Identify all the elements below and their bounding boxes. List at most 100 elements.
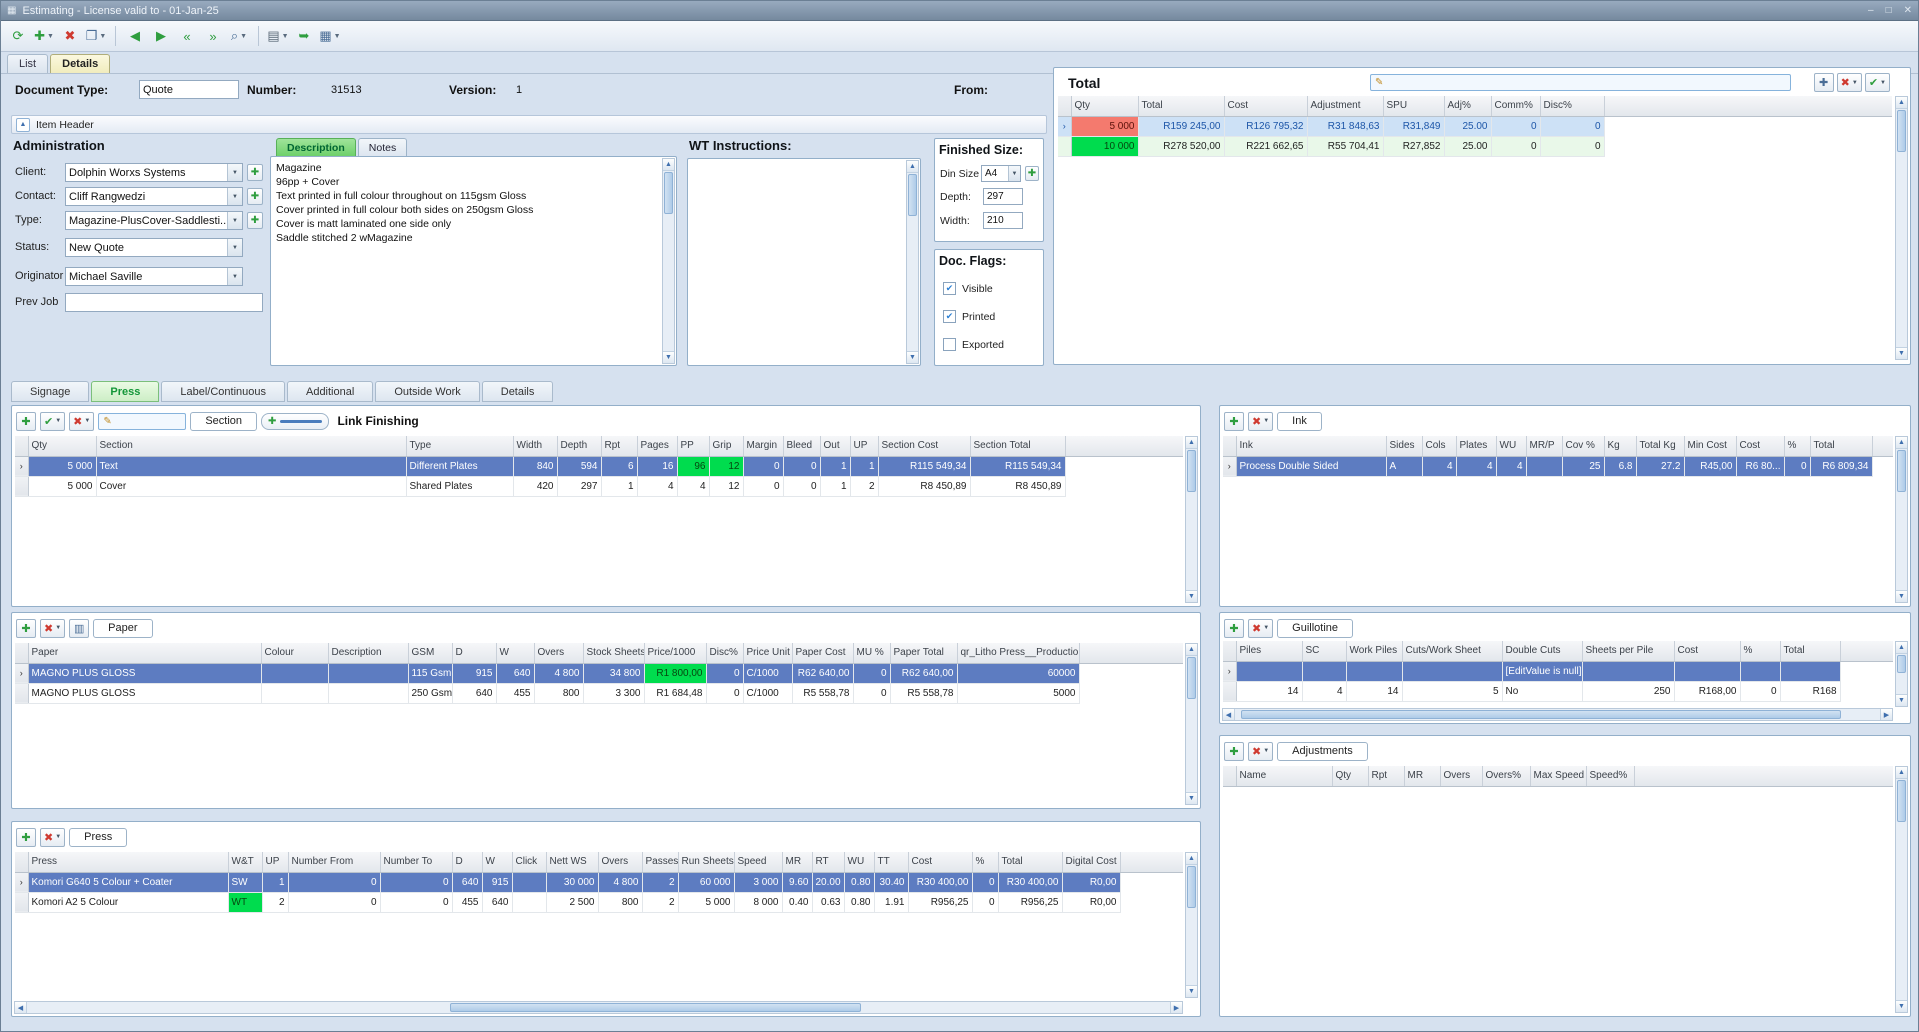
table-cell[interactable]: Komori G640 5 Colour + Coater xyxy=(28,872,228,892)
horizontal-scrollbar[interactable]: ◀ ▶ xyxy=(14,1001,1183,1014)
ink-add-button[interactable]: ✚ xyxy=(1224,412,1244,431)
flag-printed[interactable]: ✔ Printed xyxy=(943,310,995,323)
table-cell[interactable]: 297 xyxy=(557,476,601,496)
column-header[interactable]: W xyxy=(482,852,512,872)
item-header-bar[interactable]: ▲ Item Header xyxy=(11,115,1047,134)
column-header[interactable]: MR xyxy=(1404,766,1440,786)
table-cell[interactable] xyxy=(512,872,546,892)
table-cell[interactable]: R30 400,00 xyxy=(908,872,972,892)
column-header[interactable]: Passes xyxy=(642,852,678,872)
table-cell[interactable]: 1 xyxy=(820,476,850,496)
table-cell[interactable]: 14 xyxy=(1346,681,1402,701)
table-cell[interactable]: 4 xyxy=(1302,681,1346,701)
column-header[interactable]: TT xyxy=(874,852,908,872)
column-header[interactable]: SPU xyxy=(1383,96,1444,116)
column-header[interactable]: Total xyxy=(998,852,1062,872)
tab-details-sub[interactable]: Details xyxy=(482,381,554,402)
column-header[interactable]: Total xyxy=(1138,96,1224,116)
table-cell[interactable]: 25.00 xyxy=(1444,116,1491,136)
table-row[interactable]: ›5 000TextDifferent Plates84059461696120… xyxy=(15,456,1183,476)
table-cell[interactable]: Cover xyxy=(96,476,406,496)
chevron-down-icon[interactable]: ▼ xyxy=(227,164,242,181)
column-header[interactable]: Total xyxy=(1810,436,1872,456)
section-add-button[interactable]: ✚ xyxy=(16,412,36,431)
scroll-down-arrow[interactable]: ▼ xyxy=(1896,1000,1907,1012)
search-button[interactable]: ⌕▼ xyxy=(227,24,251,48)
table-row[interactable]: Komori A2 5 ColourWT2004556402 50080025 … xyxy=(15,892,1183,912)
column-header[interactable]: Cols xyxy=(1422,436,1456,456)
tab-label-continuous[interactable]: Label/Continuous xyxy=(161,381,285,402)
column-header[interactable]: Kg xyxy=(1604,436,1636,456)
paper-columns-button[interactable]: ▥ xyxy=(69,619,89,638)
column-header[interactable]: WU xyxy=(844,852,874,872)
table-cell[interactable]: Process Double Sided xyxy=(1236,456,1386,476)
vertical-scrollbar[interactable]: ▲ ▼ xyxy=(1185,852,1198,998)
table-cell[interactable]: No xyxy=(1502,681,1582,701)
table-cell[interactable]: 0 xyxy=(1540,116,1604,136)
scroll-thumb[interactable] xyxy=(1897,110,1906,152)
tab-outside-work[interactable]: Outside Work xyxy=(375,381,479,402)
table-cell[interactable]: R8 450,89 xyxy=(878,476,970,496)
table-cell[interactable]: 0 xyxy=(1540,136,1604,156)
table-cell[interactable]: C/1000 xyxy=(743,663,792,683)
column-header[interactable]: Adjustment xyxy=(1307,96,1383,116)
column-header[interactable]: Number To xyxy=(380,852,452,872)
guillotine-delete-button[interactable]: ✖▼ xyxy=(1248,619,1273,638)
table-cell[interactable]: R1 684,48 xyxy=(644,683,706,703)
table-cell[interactable]: 0 xyxy=(288,872,380,892)
table-cell[interactable]: 5 000 xyxy=(1071,116,1138,136)
table-cell[interactable]: 0.80 xyxy=(844,872,874,892)
nav-next-button[interactable]: » xyxy=(201,24,225,48)
table-cell[interactable]: 9.60 xyxy=(782,872,812,892)
column-header[interactable]: Stock Sheets xyxy=(583,643,644,663)
scroll-thumb[interactable] xyxy=(1897,655,1906,673)
table-cell[interactable]: 5 000 xyxy=(678,892,734,912)
table-cell[interactable]: 915 xyxy=(452,663,496,683)
scroll-thumb[interactable] xyxy=(1187,657,1196,699)
table-cell[interactable]: 10 000 xyxy=(1071,136,1138,156)
nav-forward-button[interactable]: ▶ xyxy=(149,24,173,48)
table-cell[interactable]: 2 500 xyxy=(546,892,598,912)
table-cell[interactable]: A xyxy=(1386,456,1422,476)
column-header[interactable]: W&T xyxy=(228,852,262,872)
column-header[interactable]: WU xyxy=(1496,436,1526,456)
table-cell[interactable]: 115 Gsm xyxy=(408,663,452,683)
scroll-down-arrow[interactable]: ▼ xyxy=(1186,590,1197,602)
column-header[interactable]: PP xyxy=(677,436,709,456)
table-cell[interactable]: 4 800 xyxy=(534,663,583,683)
maximize-button[interactable]: □ xyxy=(1886,5,1892,16)
table-cell[interactable]: 0.63 xyxy=(812,892,844,912)
scroll-thumb[interactable] xyxy=(1187,866,1196,908)
table-cell[interactable]: 594 xyxy=(557,456,601,476)
scroll-up-arrow[interactable]: ▲ xyxy=(1896,97,1907,109)
scroll-down-arrow[interactable]: ▼ xyxy=(663,351,674,363)
table-cell[interactable]: 640 xyxy=(482,892,512,912)
table-cell[interactable]: R956,25 xyxy=(908,892,972,912)
column-header[interactable]: Paper Total xyxy=(890,643,957,663)
scroll-track[interactable] xyxy=(1896,109,1907,347)
table-cell[interactable]: R5 558,78 xyxy=(890,683,957,703)
tab-notes[interactable]: Notes xyxy=(358,138,407,156)
table-cell[interactable]: 14 xyxy=(1236,681,1302,701)
scroll-track[interactable] xyxy=(1896,654,1907,694)
table-cell[interactable]: R278 520,00 xyxy=(1138,136,1224,156)
table-cell[interactable]: Shared Plates xyxy=(406,476,513,496)
width-input[interactable] xyxy=(983,212,1023,229)
table-cell[interactable]: 16 xyxy=(637,456,677,476)
table-cell[interactable]: 0 xyxy=(288,892,380,912)
table-cell[interactable]: R31 848,63 xyxy=(1307,116,1383,136)
column-header[interactable]: % xyxy=(1740,641,1780,661)
table-cell[interactable]: R27,852 xyxy=(1383,136,1444,156)
table-cell[interactable]: 4 xyxy=(1456,456,1496,476)
table-cell[interactable]: 0 xyxy=(1491,136,1540,156)
din-size-add-button[interactable]: ✚ xyxy=(1025,166,1039,181)
depth-input[interactable] xyxy=(983,188,1023,205)
column-header[interactable]: Section xyxy=(96,436,406,456)
type-add-button[interactable]: ✚ xyxy=(247,212,263,229)
vertical-scrollbar[interactable]: ▲ ▼ xyxy=(1185,643,1198,805)
column-header[interactable]: Min Cost xyxy=(1684,436,1736,456)
scroll-up-arrow[interactable]: ▲ xyxy=(907,161,918,173)
document-type-input[interactable] xyxy=(139,80,239,99)
column-header[interactable]: Section Total xyxy=(970,436,1065,456)
originator-combo[interactable]: Michael Saville▼ xyxy=(65,267,243,286)
